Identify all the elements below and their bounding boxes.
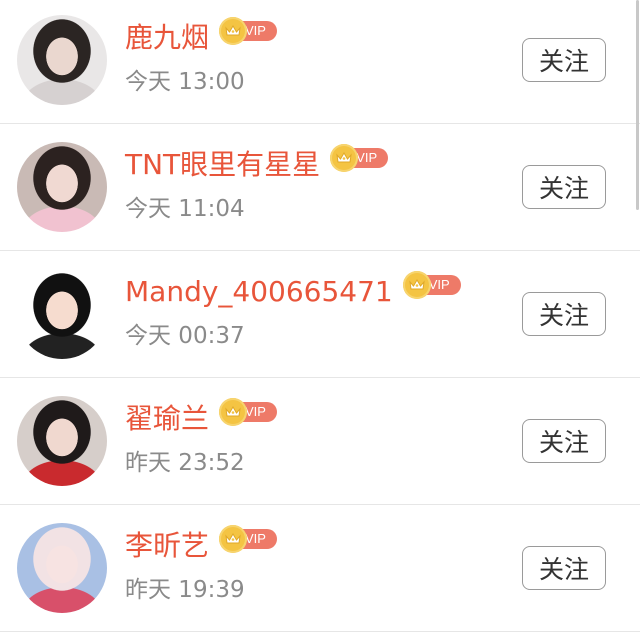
follow-button[interactable]: 关注 — [522, 292, 606, 336]
list-item[interactable]: TNT眼里有星星 VIP 今天 11:04 关注 — [0, 124, 640, 251]
user-list: 鹿九烟 VIP 今天 13:00 关注 TNT眼里有星星 VIP 今天 11:0… — [0, 0, 640, 632]
name-line: 翟瑜兰 VIP — [125, 398, 279, 438]
avatar[interactable] — [17, 523, 107, 613]
user-name[interactable]: 鹿九烟 — [125, 19, 209, 57]
crown-icon — [219, 17, 248, 45]
follow-button[interactable]: 关注 — [522, 38, 606, 82]
crown-icon — [402, 271, 431, 299]
timestamp: 今天 00:37 — [125, 323, 245, 349]
vip-badge: VIP — [402, 271, 463, 299]
avatar[interactable] — [17, 396, 107, 486]
scrollbar[interactable] — [636, 0, 639, 210]
timestamp: 昨天 23:52 — [125, 450, 245, 476]
crown-icon — [219, 398, 248, 426]
crown-icon — [330, 144, 359, 172]
avatar[interactable] — [17, 15, 107, 105]
list-item[interactable]: 李昕艺 VIP 昨天 19:39 关注 — [0, 505, 640, 632]
user-name[interactable]: Mandy_400665471 — [125, 273, 393, 311]
list-item[interactable]: 鹿九烟 VIP 今天 13:00 关注 — [0, 0, 640, 124]
user-name[interactable]: TNT眼里有星星 — [125, 146, 320, 184]
vip-label: VIP — [245, 404, 266, 419]
vip-label: VIP — [245, 23, 266, 38]
timestamp: 今天 11:04 — [125, 196, 245, 222]
name-line: Mandy_400665471 VIP — [125, 271, 463, 311]
timestamp: 今天 13:00 — [125, 69, 245, 95]
vip-label: VIP — [245, 531, 266, 546]
avatar[interactable] — [17, 142, 107, 232]
avatar[interactable] — [17, 269, 107, 359]
vip-badge: VIP — [219, 525, 279, 553]
follow-button[interactable]: 关注 — [522, 546, 606, 590]
vip-badge: VIP — [330, 144, 390, 172]
follow-button[interactable]: 关注 — [522, 419, 606, 463]
name-line: 李昕艺 VIP — [125, 525, 279, 565]
crown-icon — [219, 525, 248, 553]
vip-badge: VIP — [219, 398, 279, 426]
vip-badge: VIP — [219, 17, 279, 45]
list-item[interactable]: 翟瑜兰 VIP 昨天 23:52 关注 — [0, 378, 640, 505]
vip-label: VIP — [428, 277, 450, 292]
name-line: TNT眼里有星星 VIP — [125, 144, 390, 184]
list-item[interactable]: Mandy_400665471 VIP 今天 00:37 关注 — [0, 251, 640, 378]
timestamp: 昨天 19:39 — [125, 577, 245, 603]
vip-label: VIP — [356, 150, 378, 165]
follow-button[interactable]: 关注 — [522, 165, 606, 209]
user-name[interactable]: 李昕艺 — [125, 527, 209, 565]
user-name[interactable]: 翟瑜兰 — [125, 400, 209, 438]
name-line: 鹿九烟 VIP — [125, 17, 279, 57]
